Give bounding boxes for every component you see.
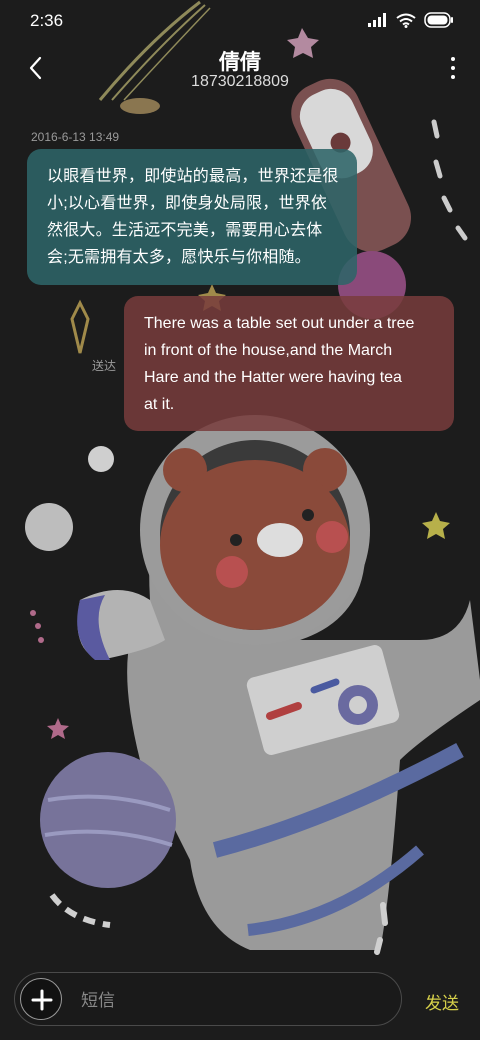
send-button[interactable]: 发送 <box>425 989 459 1014</box>
add-attachment-button[interactable] <box>20 978 62 1020</box>
status-bar: 2:36 <box>0 0 480 40</box>
status-icons <box>368 12 454 28</box>
battery-icon <box>424 12 453 28</box>
message-line: in front of the house,and the March <box>144 342 393 359</box>
message-line: 会;无需拥有太多，愿快乐与你相随。 <box>47 249 311 266</box>
message-line: Hare and the Hatter were having tea <box>144 369 402 386</box>
sms-conversation-screen: 2:36 倩倩 18730218809 2016-6-13 13:49 以眼看世… <box>0 0 480 1040</box>
more-vertical-icon[interactable] <box>446 56 460 80</box>
message-line: 然很大。生活远不完美，需要用心去体 <box>47 222 323 239</box>
incoming-message-bubble[interactable]: 以眼看世界，即使站的最高，世界还是很 小;以心看世界，即使身处局限，世界依 然很… <box>27 149 357 285</box>
outgoing-message-bubble[interactable]: There was a table set out under a tree i… <box>124 296 454 431</box>
contact-name: 倩倩 <box>219 51 261 74</box>
contact-phone-number: 18730218809 <box>191 73 289 90</box>
delivery-status: 送达 <box>92 359 117 373</box>
message-composer <box>14 972 402 1026</box>
message-line: There was a table set out under a tree <box>144 315 415 332</box>
signal-icon <box>368 13 386 27</box>
conversation-header: 倩倩 18730218809 <box>0 40 480 100</box>
status-time: 2:36 <box>30 11 64 30</box>
message-line: 以眼看世界，即使站的最高，世界还是很 <box>47 168 339 185</box>
message-input[interactable] <box>79 987 383 1015</box>
wifi-icon <box>396 13 416 28</box>
message-timestamp: 2016-6-13 13:49 <box>31 130 120 144</box>
plus-icon <box>31 989 53 1011</box>
message-line: at it. <box>144 396 175 413</box>
message-line: 小;以心看世界，即使身处局限，世界依 <box>47 195 328 212</box>
